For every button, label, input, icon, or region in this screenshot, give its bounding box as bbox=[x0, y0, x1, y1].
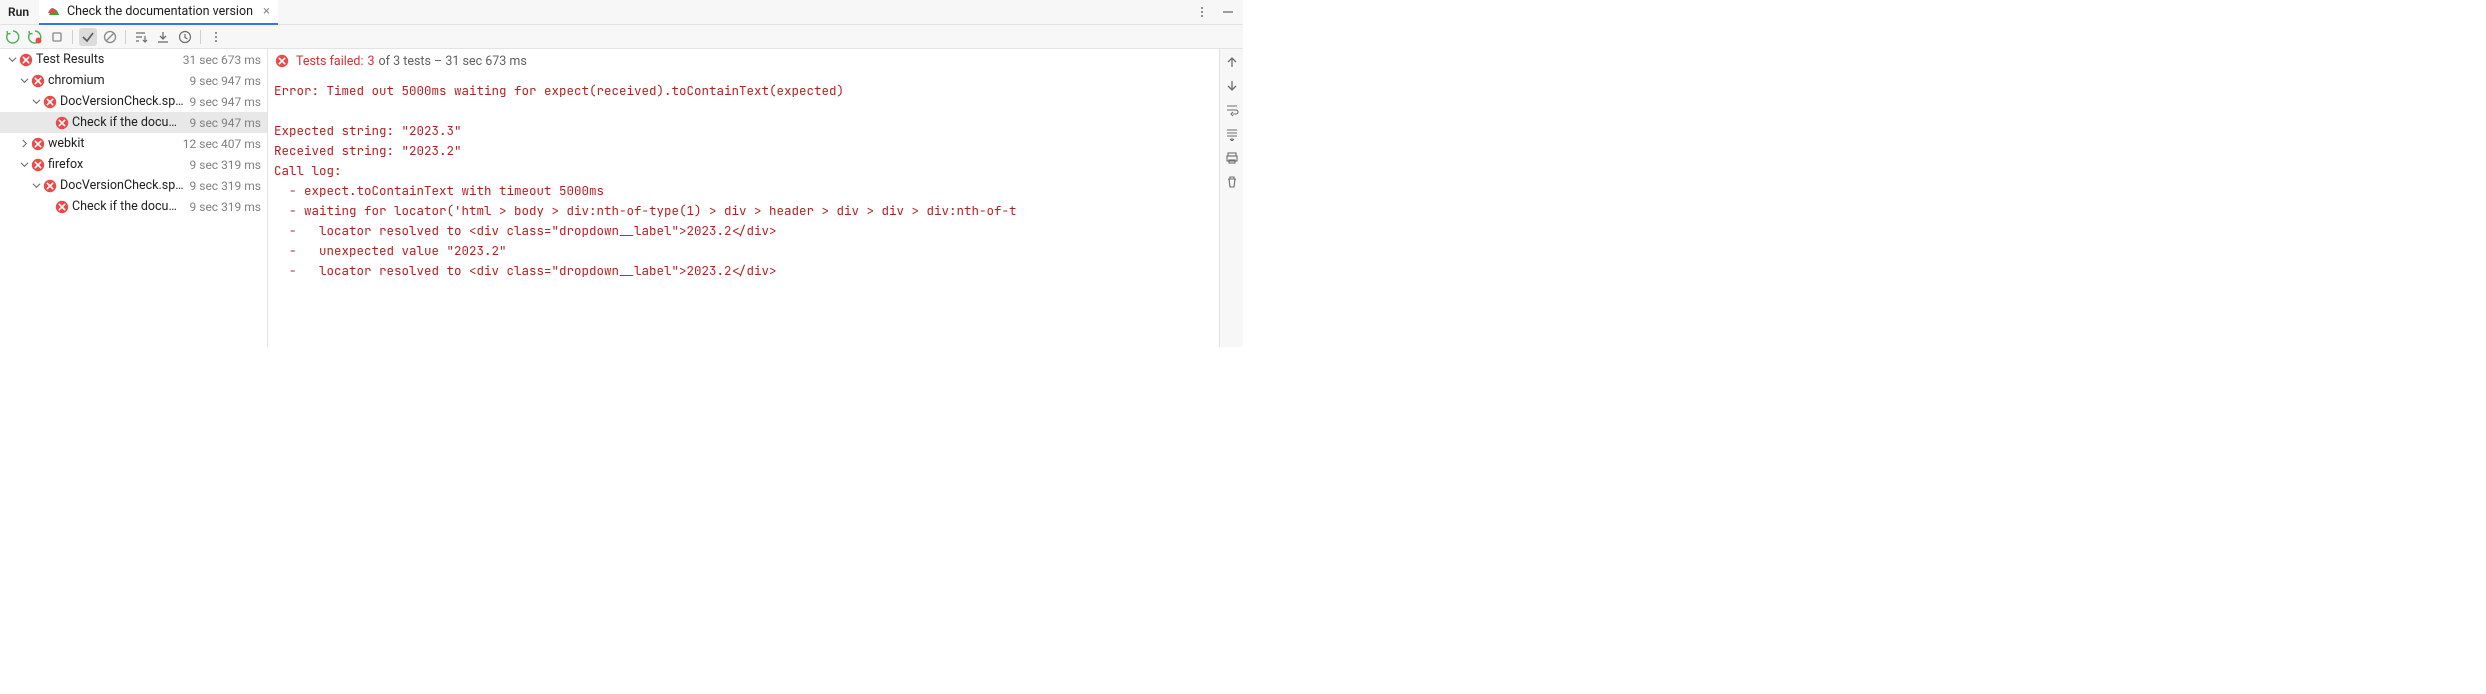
test-toolbar bbox=[0, 25, 1243, 49]
tree-node-time: 12 sec 407 ms bbox=[179, 137, 267, 151]
tree-row[interactable]: chromium9 sec 947 ms bbox=[0, 70, 267, 91]
output-gutter bbox=[1219, 49, 1243, 347]
show-ignored-toggle[interactable] bbox=[101, 28, 119, 46]
chevron-placeholder bbox=[42, 117, 54, 129]
tree-node-time: 9 sec 947 ms bbox=[186, 74, 267, 88]
test-summary: Tests failed: 3 of 3 tests – 31 sec 673 … bbox=[274, 51, 1219, 71]
fail-icon bbox=[55, 200, 69, 214]
tree-node-label: Check if the documentation version bbox=[72, 199, 186, 214]
tree-node-label: Check if the documentation version bbox=[72, 115, 186, 130]
tree-node-label: Test Results bbox=[36, 52, 179, 67]
fail-icon bbox=[31, 158, 45, 172]
tree-node-label: firefox bbox=[48, 157, 186, 172]
fail-icon bbox=[31, 74, 45, 88]
rerun-failed-button[interactable] bbox=[26, 28, 44, 46]
fail-icon bbox=[19, 53, 33, 67]
separator bbox=[125, 30, 126, 44]
chevron-down-icon[interactable] bbox=[6, 54, 18, 66]
tree-node-time: 31 sec 673 ms bbox=[179, 53, 267, 67]
soft-wrap-toggle[interactable] bbox=[1223, 101, 1241, 119]
print-button[interactable] bbox=[1223, 149, 1241, 167]
chevron-right-icon[interactable] bbox=[18, 138, 30, 150]
separator bbox=[200, 30, 201, 44]
tree-node-time: 9 sec 319 ms bbox=[186, 179, 267, 193]
run-config-tab[interactable]: Check the documentation version × bbox=[39, 0, 278, 25]
prev-failure-button[interactable] bbox=[1223, 53, 1241, 71]
tree-row[interactable]: DocVersionCheck.spec.js9 sec 319 ms bbox=[0, 175, 267, 196]
console-output[interactable]: Error: Timed out 5000ms waiting for expe… bbox=[274, 71, 1219, 281]
tree-node-label: chromium bbox=[48, 73, 186, 88]
tree-node-time: 9 sec 947 ms bbox=[186, 95, 267, 109]
summary-failed-count: 3 bbox=[368, 54, 375, 69]
run-config-tab-label: Check the documentation version bbox=[67, 4, 253, 19]
chevron-down-icon[interactable] bbox=[18, 159, 30, 171]
test-tree-panel: Test Results31 sec 673 mschromium9 sec 9… bbox=[0, 49, 268, 347]
chevron-placeholder bbox=[42, 201, 54, 213]
more-actions-button[interactable] bbox=[207, 28, 225, 46]
fail-icon bbox=[43, 95, 57, 109]
summary-prefix: Tests failed: bbox=[296, 54, 364, 69]
toolwindow-tab-bar: Run Check the documentation version × bbox=[0, 0, 1243, 25]
more-icon[interactable] bbox=[1193, 3, 1211, 21]
main-split: Test Results31 sec 673 mschromium9 sec 9… bbox=[0, 49, 1243, 347]
tree-row[interactable]: Check if the documentation version9 sec … bbox=[0, 112, 267, 133]
tree-node-time: 9 sec 319 ms bbox=[186, 158, 267, 172]
fail-icon bbox=[31, 137, 45, 151]
tree-row[interactable]: Check if the documentation version9 sec … bbox=[0, 196, 267, 217]
separator bbox=[72, 30, 73, 44]
tree-node-time: 9 sec 319 ms bbox=[186, 200, 267, 214]
sort-button[interactable] bbox=[132, 28, 150, 46]
tree-node-label: webkit bbox=[48, 136, 179, 151]
rerun-button[interactable] bbox=[4, 28, 22, 46]
chevron-down-icon[interactable] bbox=[30, 180, 42, 192]
import-button[interactable] bbox=[154, 28, 172, 46]
toolwindow-title: Run bbox=[0, 5, 39, 19]
stop-button[interactable] bbox=[48, 28, 66, 46]
close-tab-icon[interactable]: × bbox=[259, 4, 270, 19]
fail-icon bbox=[55, 116, 69, 130]
chevron-down-icon[interactable] bbox=[18, 75, 30, 87]
history-button[interactable] bbox=[176, 28, 194, 46]
tree-node-label: DocVersionCheck.spec.js bbox=[60, 94, 186, 109]
clear-button[interactable] bbox=[1223, 173, 1241, 191]
chevron-down-icon[interactable] bbox=[30, 96, 42, 108]
output-panel: Tests failed: 3 of 3 tests – 31 sec 673 … bbox=[268, 49, 1243, 347]
tree-row[interactable]: DocVersionCheck.spec.js9 sec 947 ms bbox=[0, 91, 267, 112]
tree-row[interactable]: webkit12 sec 407 ms bbox=[0, 133, 267, 154]
tree-row[interactable]: Test Results31 sec 673 ms bbox=[0, 49, 267, 70]
tree-node-label: DocVersionCheck.spec.js bbox=[60, 178, 186, 193]
show-passed-toggle[interactable] bbox=[79, 28, 97, 46]
tree-row[interactable]: firefox9 sec 319 ms bbox=[0, 154, 267, 175]
tree-node-time: 9 sec 947 ms bbox=[186, 116, 267, 130]
playwright-icon bbox=[47, 4, 61, 18]
next-failure-button[interactable] bbox=[1223, 77, 1241, 95]
minimize-icon[interactable] bbox=[1219, 3, 1237, 21]
fail-icon bbox=[275, 54, 289, 68]
scroll-to-end-toggle[interactable] bbox=[1223, 125, 1241, 143]
summary-suffix: of 3 tests – 31 sec 673 ms bbox=[379, 54, 527, 69]
fail-icon bbox=[43, 179, 57, 193]
